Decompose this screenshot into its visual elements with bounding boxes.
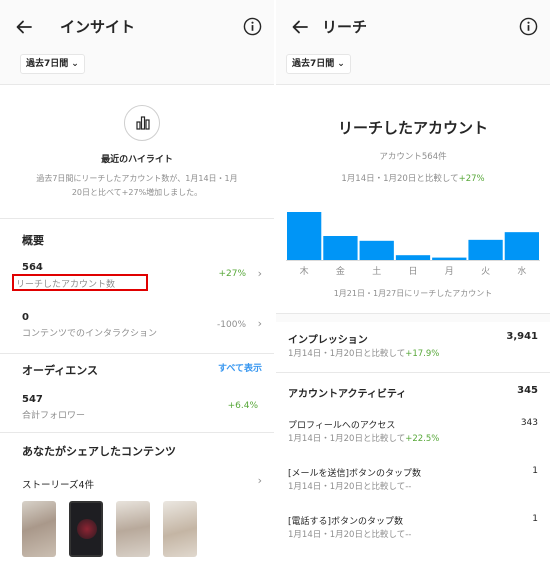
activity-item-label: [メールを送信]ボタンのタップ数 <box>288 469 422 479</box>
activity-item-value: 1 <box>532 514 538 524</box>
x-tick-label: 日 <box>408 266 417 277</box>
x-tick-label: 月 <box>445 266 454 277</box>
impressions-compare-text: 1月14日・1月20日と比較して <box>288 349 406 359</box>
x-tick-label: 金 <box>336 265 345 277</box>
chevron-right-icon: › <box>257 267 262 280</box>
activity-label: アカウントアクティビティ <box>288 389 407 400</box>
overview-heading: 概要 <box>22 234 44 247</box>
impressions-value: 3,941 <box>506 331 538 342</box>
activity-item-label: [電話する]ボタンのタップ数 <box>288 517 404 527</box>
chevron-down-icon: ⌄ <box>337 59 345 69</box>
reach-change: +27% <box>218 269 246 279</box>
chart-caption: 1月21日・1月27日にリーチしたアカウント <box>333 289 493 298</box>
activity-item-compare-pct: +22.5% <box>405 434 440 444</box>
period-label: 過去7日間 <box>26 59 69 69</box>
shared-content-heading: あなたがシェアしたコンテンツ <box>22 445 176 458</box>
impressions-compare-pct: +17.9% <box>405 349 440 359</box>
interactions-change: -100% <box>217 320 246 330</box>
impressions-compare: 1月14日・1月20日と比較して+17.9% <box>288 347 439 359</box>
x-tick-label: 火 <box>481 266 490 277</box>
period-dropdown[interactable]: 過去7日間 ⌄ <box>20 54 85 74</box>
back-arrow-icon[interactable] <box>14 17 34 37</box>
activity-item-value: 1 <box>532 466 538 476</box>
back-arrow-icon[interactable] <box>290 17 310 37</box>
activity-item-value: 343 <box>520 418 538 428</box>
reach-bar <box>504 232 539 260</box>
activity-item-compare-text: 1月14日・1月20日と比較して <box>288 530 406 540</box>
reach-compare-pct: +27% <box>458 174 485 184</box>
impressions-label: インプレッション <box>288 335 368 346</box>
reach-bar <box>323 236 358 260</box>
top-bar: リーチ <box>276 0 550 50</box>
bar-chart-icon <box>136 116 150 130</box>
highlight-title: 最近のハイライト <box>101 155 173 165</box>
activity-item-label: プロフィールへのアクセス <box>288 421 396 431</box>
activity-item-compare-pct: -- <box>405 530 412 540</box>
reach-compare: 1月14日・1月20日と比較して+27% <box>276 172 550 184</box>
followers-value: 547 <box>22 394 43 405</box>
page-title: インサイト <box>60 18 136 36</box>
insights-screen: インサイト 過去7日間 ⌄ 最近のハイライト 過去7日間にリーチしたアカウント数が… <box>0 0 274 563</box>
activity-item-compare-text: 1月14日・1月20日と比較して <box>288 434 406 444</box>
activity-item-compare-text: 1月14日・1月20日と比較して <box>288 482 406 492</box>
story-thumbnail[interactable] <box>69 501 103 557</box>
period-label: 過去7日間 <box>292 59 335 69</box>
activity-item-compare: 1月14日・1月20日と比較して+22.5% <box>288 432 439 444</box>
info-icon[interactable] <box>243 17 262 36</box>
page-title: リーチ <box>322 18 368 36</box>
followers-label: 合計フォロワー <box>22 411 86 421</box>
highlight-description: 過去7日間にリーチしたアカウント数が、1月14日・1月20日と比べて+27%増加… <box>36 174 238 197</box>
x-tick-label: 木 <box>300 265 309 277</box>
see-all-link[interactable]: すべて表示 <box>218 361 262 374</box>
interactions-label: コンテンツでのインタラクション <box>22 329 158 339</box>
activity-item-compare: 1月14日・1月20日と比較して-- <box>288 528 411 540</box>
story-thumbnail[interactable] <box>163 501 197 557</box>
chevron-down-icon: ⌄ <box>71 59 79 69</box>
activity-value: 345 <box>517 385 538 396</box>
divider <box>276 313 550 314</box>
interactions-value: 0 <box>22 312 29 323</box>
reach-bar <box>287 212 322 260</box>
reach-screen: リーチ 過去7日間 ⌄ リーチしたアカウント アカウント564件 1月14日・1月… <box>276 0 550 563</box>
chevron-right-icon: › <box>257 474 262 487</box>
period-dropdown[interactable]: 過去7日間 ⌄ <box>286 54 351 74</box>
stories-label: ストーリーズ4件 <box>22 480 95 491</box>
x-tick-label: 水 <box>517 265 526 277</box>
reach-bar-chart: 木金土日月火水 <box>286 212 540 277</box>
audience-heading: オーディエンス <box>22 364 99 377</box>
reach-bar <box>432 257 467 260</box>
annotation-highlight-box <box>12 274 148 291</box>
reach-title: リーチしたアカウント <box>337 119 488 137</box>
chevron-right-icon: › <box>257 317 262 330</box>
reach-bar <box>395 255 431 260</box>
reach-value: 564 <box>22 262 43 273</box>
story-image <box>77 519 97 539</box>
story-thumbnail[interactable] <box>116 501 150 557</box>
info-icon[interactable] <box>519 17 538 36</box>
reach-compare-text: 1月14日・1月20日と比較して <box>341 174 459 184</box>
reach-count: アカウント564件 <box>379 152 447 162</box>
reach-bar <box>468 239 503 260</box>
highlight-badge <box>124 105 160 141</box>
activity-item-compare-pct: -- <box>405 482 412 492</box>
reach-bar <box>359 240 394 260</box>
story-thumbnail[interactable] <box>22 501 56 557</box>
top-bar: インサイト <box>0 0 274 50</box>
activity-item-compare: 1月14日・1月20日と比較して-- <box>288 480 411 492</box>
x-tick-label: 土 <box>372 265 381 277</box>
followers-change: +6.4% <box>227 401 258 411</box>
